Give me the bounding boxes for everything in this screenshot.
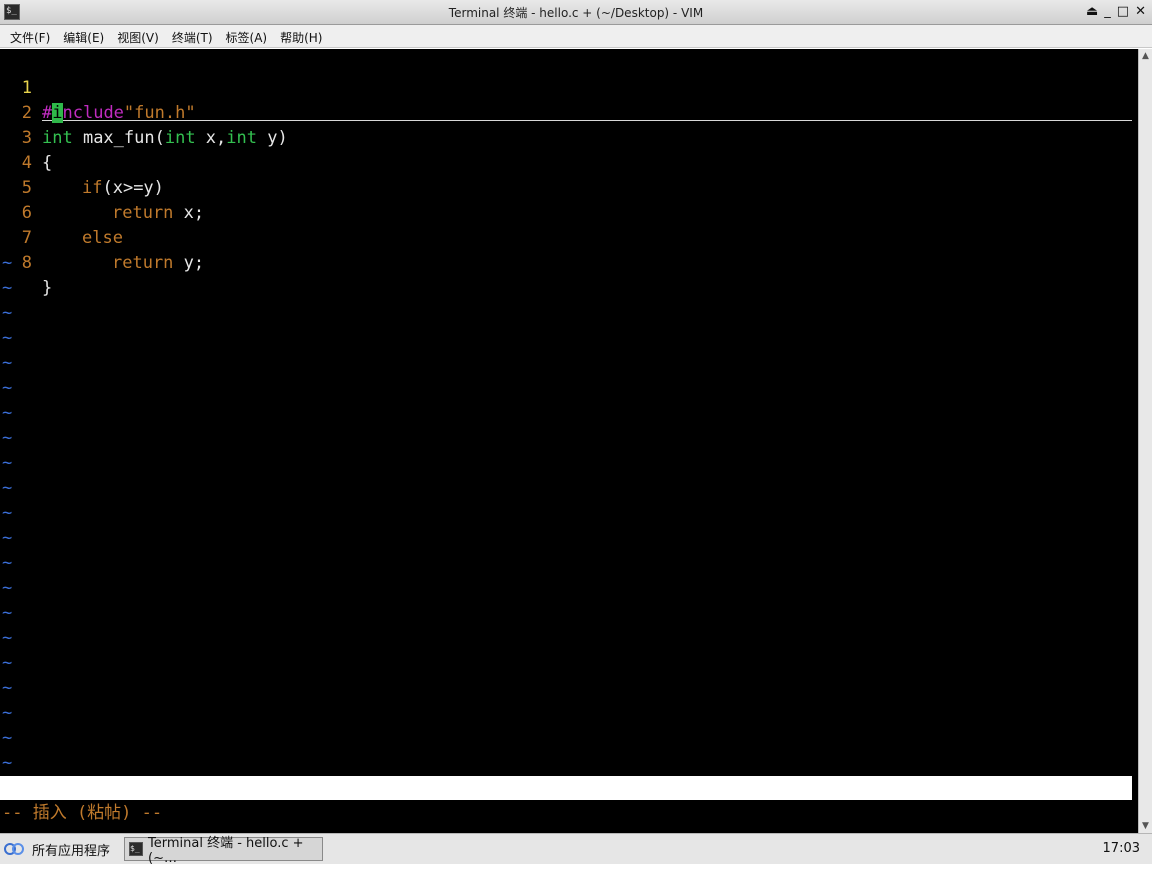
preprocessor-directive: nclude xyxy=(62,103,124,123)
tilde-marker: ~ xyxy=(2,353,13,373)
scroll-down-arrow-icon[interactable]: ▼ xyxy=(1139,819,1152,833)
code-line-4: 4 if(x>=y) xyxy=(0,126,164,198)
tilde-marker: ~ xyxy=(2,278,13,298)
tilde-marker: ~ xyxy=(2,403,13,423)
maximize-button[interactable]: □ xyxy=(1117,3,1129,20)
control-keyword: return xyxy=(112,203,174,223)
control-keyword: if xyxy=(82,178,103,198)
code-text[interactable]: { xyxy=(42,151,52,176)
code-text[interactable]: return x; xyxy=(112,201,204,226)
shade-button[interactable]: ⏏ xyxy=(1086,3,1098,20)
tilde-marker: ~ xyxy=(2,703,13,723)
tilde-marker: ~ xyxy=(2,428,13,448)
tilde-marker: ~ xyxy=(2,478,13,498)
window-title: Terminal 终端 - hello.c + (~/Desktop) - VI… xyxy=(448,6,704,20)
code-fragment: y) xyxy=(257,128,288,148)
menu-file[interactable]: 文件(F) xyxy=(4,25,57,47)
taskbar-window-button[interactable]: $_ Terminal 终端 - hello.c + (~… xyxy=(124,836,323,866)
applications-menu-button[interactable]: 所有应用程序 xyxy=(4,838,110,860)
vim-mode-indicator: -- 插入 (粘帖) -- xyxy=(2,803,163,823)
window-controls: ⏏ _ □ ✕ xyxy=(1086,3,1146,20)
tilde-marker: ~ xyxy=(2,728,13,748)
taskbar-window-label: Terminal 终端 - hello.c + (~… xyxy=(148,836,304,866)
code-fragment: (x>=y) xyxy=(102,178,164,198)
control-keyword: return xyxy=(112,253,174,273)
code-text[interactable]: else xyxy=(82,226,123,251)
code-text[interactable]: return y; xyxy=(112,251,204,276)
menu-tabs[interactable]: 标签(A) xyxy=(220,25,275,47)
type-keyword: int xyxy=(226,128,257,148)
menu-view[interactable]: 视图(V) xyxy=(111,25,166,47)
taskbar: 所有应用程序 $_ Terminal 终端 - hello.c + (~… 17… xyxy=(0,833,1152,866)
tilde-marker: ~ xyxy=(2,253,13,273)
preprocessor-hash: # xyxy=(42,103,53,123)
applications-label: 所有应用程序 xyxy=(32,843,111,859)
minimize-button[interactable]: _ xyxy=(1104,3,1111,20)
tilde-marker: ~ xyxy=(2,628,13,648)
vertical-scrollbar[interactable]: ▲ ▼ xyxy=(1138,49,1152,833)
tilde-marker: ~ xyxy=(2,453,13,473)
code-line-5: 5 return x; xyxy=(0,151,204,223)
code-fragment: max_fun( xyxy=(72,128,165,148)
code-fragment: y; xyxy=(173,253,205,273)
code-text[interactable]: int max_fun(int x,int y) xyxy=(42,126,288,151)
code-line-8: 8 } xyxy=(0,226,53,298)
applications-icon xyxy=(4,841,26,857)
menu-terminal[interactable]: 终端(T) xyxy=(166,25,220,47)
terminal-icon: $_ xyxy=(129,842,143,856)
menu-edit[interactable]: 编辑(E) xyxy=(57,25,111,47)
vim-status-line: hello.c [+] [utf-8] 1,2 全部 xyxy=(0,776,1132,870)
code-line-7: 7 return y; xyxy=(0,201,204,273)
menu-bar: 文件(F) 编辑(E) 视图(V) 终端(T) 标签(A) 帮助(H) xyxy=(0,25,1152,48)
tilde-marker: ~ xyxy=(2,753,13,773)
code-line-3: 3 { xyxy=(0,101,53,173)
code-text[interactable]: } xyxy=(42,276,52,301)
clock[interactable]: 17:03 xyxy=(1103,841,1140,856)
code-text[interactable]: #include"fun.h" xyxy=(42,101,196,126)
code-line-2: 2 int max_fun(int x,int y) xyxy=(0,76,288,148)
code-fragment: x; xyxy=(173,203,205,223)
title-bar: $_ Terminal 终端 - hello.c + (~/Desktop) -… xyxy=(0,0,1152,25)
code-fragment: x, xyxy=(195,128,227,148)
tilde-marker: ~ xyxy=(2,678,13,698)
terminal-view[interactable]: 1 #include"fun.h" 2 int max_fun(int x,in… xyxy=(0,49,1138,870)
tilde-marker: ~ xyxy=(2,303,13,323)
include-string: "fun.h" xyxy=(123,103,196,123)
type-keyword: int xyxy=(164,128,196,148)
code-line-1: 1 #include"fun.h" xyxy=(0,51,196,123)
type-keyword: int xyxy=(42,128,73,148)
text-cursor: i xyxy=(52,103,63,123)
tilde-marker: ~ xyxy=(2,528,13,548)
desktop-bottom-area xyxy=(0,864,1152,896)
close-button[interactable]: ✕ xyxy=(1135,3,1146,20)
tilde-marker: ~ xyxy=(2,553,13,573)
tilde-marker: ~ xyxy=(2,328,13,348)
tilde-marker: ~ xyxy=(2,603,13,623)
tilde-marker: ~ xyxy=(2,503,13,523)
tilde-marker: ~ xyxy=(2,653,13,673)
code-text[interactable]: if(x>=y) xyxy=(82,176,164,201)
tilde-marker: ~ xyxy=(2,578,13,598)
tilde-marker: ~ xyxy=(2,378,13,398)
menu-help[interactable]: 帮助(H) xyxy=(274,25,329,47)
code-line-6: 6 else xyxy=(0,176,123,248)
scroll-up-arrow-icon[interactable]: ▲ xyxy=(1139,49,1152,63)
control-keyword: else xyxy=(82,228,123,248)
cursor-line-underline xyxy=(42,120,1132,121)
